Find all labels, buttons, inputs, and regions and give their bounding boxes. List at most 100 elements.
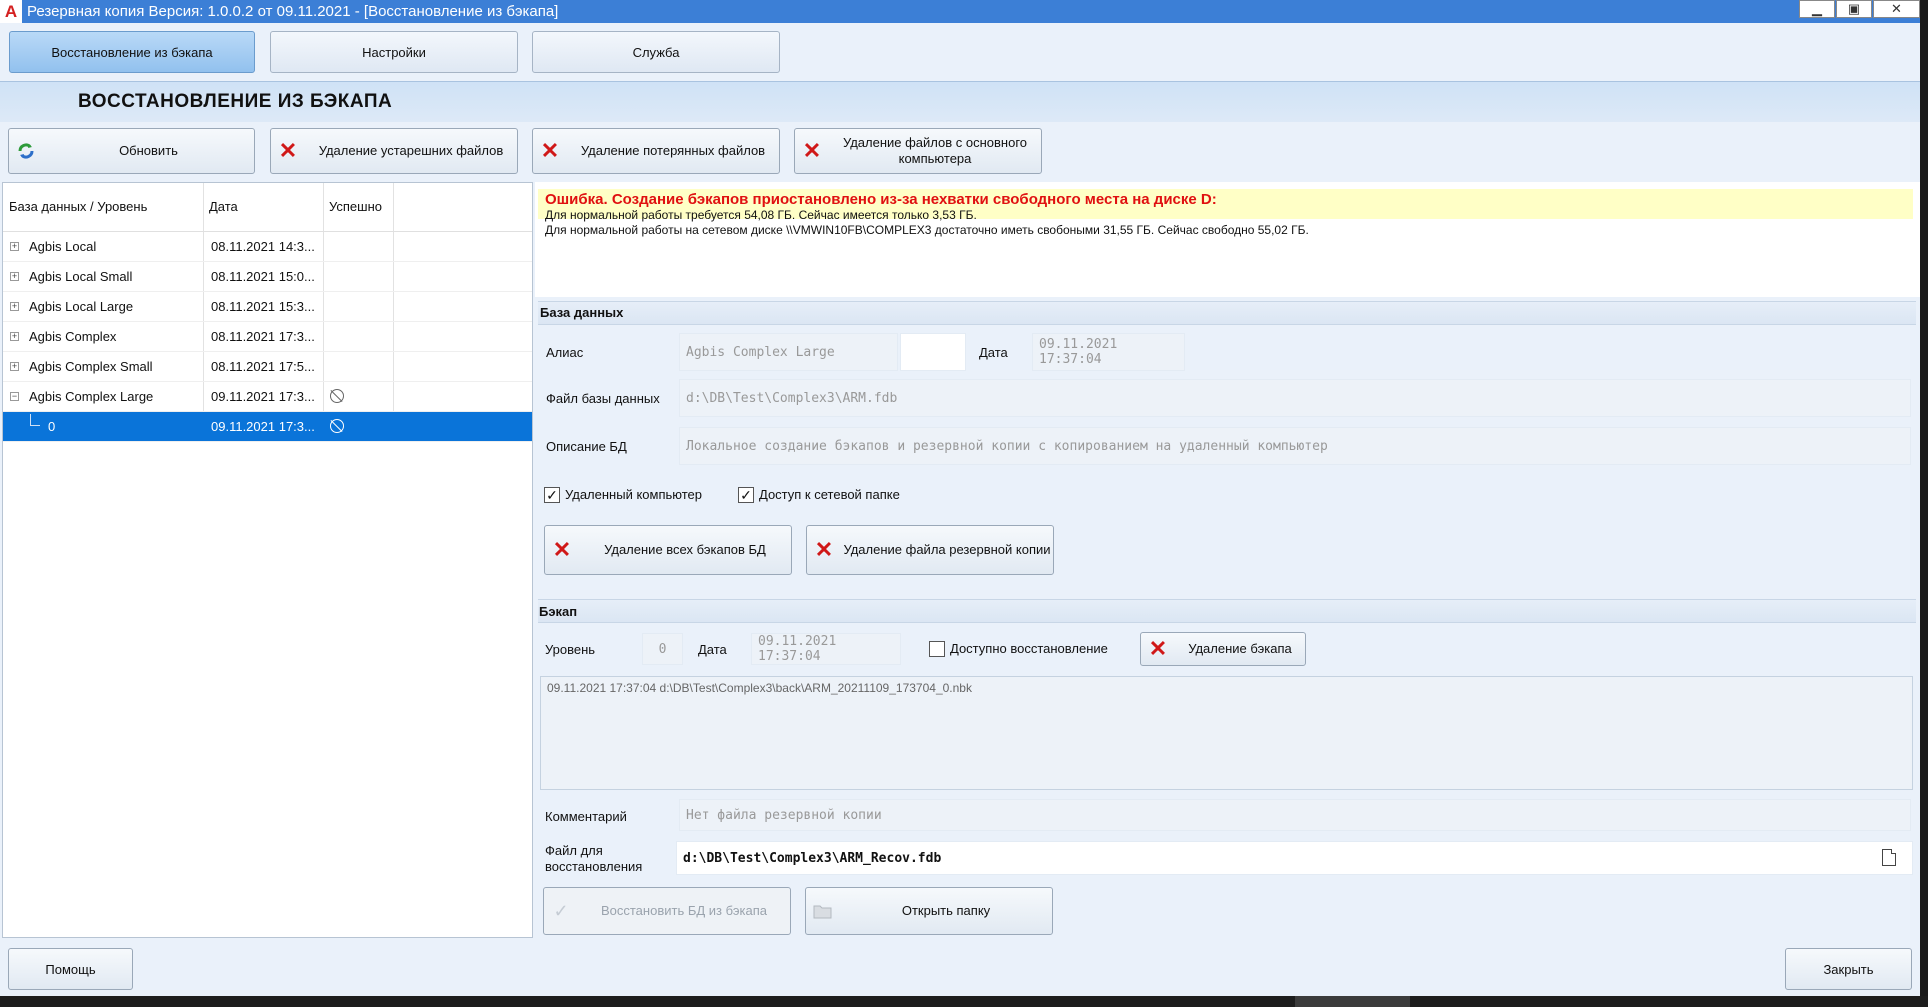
title-bar: A Резервная копия Версия: 1.0.0.2 от 09.… xyxy=(0,0,1920,23)
remote-computer-label: Удаленный компьютер xyxy=(565,487,702,502)
expand-icon[interactable]: + xyxy=(10,302,19,311)
status-blocked-icon xyxy=(330,389,344,403)
restore-file-label-line1: Файл для xyxy=(545,843,603,858)
comment-field[interactable]: Нет файла резервной копии xyxy=(679,799,1911,831)
tree-row-date: 09.11.2021 17:3... xyxy=(211,419,315,434)
folder-icon xyxy=(806,903,840,919)
delete-old-label: Удаление устарешних файлов xyxy=(318,143,504,158)
app-window: A Резервная копия Версия: 1.0.0.2 от 09.… xyxy=(0,0,1920,996)
page-title: ВОССТАНОВЛЕНИЕ ИЗ БЭКАПА xyxy=(78,91,393,112)
delete-icon: ✕ xyxy=(552,537,572,562)
delete-main-line2: компьютера xyxy=(898,151,972,166)
remote-computer-checkbox[interactable]: ✓ xyxy=(544,487,560,503)
network-folder-checkbox[interactable]: ✓ xyxy=(738,487,754,503)
close-button[interactable]: Закрыть xyxy=(1785,948,1912,990)
tree-row-date: 08.11.2021 14:3... xyxy=(211,239,315,254)
delete-main-computer-files-button[interactable]: ✕ Удаление файлов с основного компьютера xyxy=(794,128,1042,174)
db-file-field[interactable]: d:\DB\Test\Complex3\ARM.fdb xyxy=(679,379,1911,417)
column-header-date[interactable]: Дата xyxy=(209,199,238,214)
restore-available-checkbox[interactable] xyxy=(929,641,945,657)
restore-file-field[interactable]: d:\DB\Test\Complex3\ARM_Recov.fdb xyxy=(676,841,1913,875)
alias-label: Алиас xyxy=(546,345,584,360)
backup-date-field[interactable]: 09.11.2021 17:37:04 xyxy=(751,633,901,665)
tree-row-date: 08.11.2021 15:0... xyxy=(211,269,315,284)
refresh-button[interactable]: Обновить xyxy=(8,128,255,174)
db-file-label: Файл базы данных xyxy=(546,391,660,406)
delete-backup-file-button[interactable]: ✕ Удаление файла резервной копии xyxy=(806,525,1054,575)
tree-row-name: Agbis Complex Large xyxy=(29,389,154,404)
checkmark-icon: ✓ xyxy=(740,487,752,503)
network-folder-label: Доступ к сетевой папке xyxy=(759,487,900,502)
error-line-2: Для нормальной работы на сетевом диске \… xyxy=(545,223,1309,237)
checkmark-icon: ✓ xyxy=(553,900,569,921)
delete-icon: ✕ xyxy=(814,537,834,562)
tree-row[interactable]: 0 09.11.2021 17:3... xyxy=(3,412,532,442)
tree-header: База данных / Уровень Дата Успешно xyxy=(3,183,532,232)
status-blocked-icon xyxy=(330,419,344,433)
tab-restore[interactable]: Восстановление из бэкапа xyxy=(9,31,255,73)
delete-lost-files-button[interactable]: ✕ Удаление потерянных файлов xyxy=(532,128,780,174)
tree-row[interactable]: + Agbis Complex Small 08.11.2021 17:5... xyxy=(3,352,532,382)
delete-all-label: Удаление всех бэкапов БД xyxy=(604,542,766,557)
backup-date-label: Дата xyxy=(698,642,727,657)
expand-icon[interactable]: + xyxy=(10,242,19,251)
window-title: Резервная копия Версия: 1.0.0.2 от 09.11… xyxy=(27,3,559,20)
level-field[interactable]: 0 xyxy=(642,633,683,665)
taskbar-strip xyxy=(0,996,1928,1007)
tab-settings[interactable]: Настройки xyxy=(270,31,518,73)
taskbar-segment xyxy=(1295,996,1410,1007)
tree-row[interactable]: + Agbis Local Small 08.11.2021 15:0... xyxy=(3,262,532,292)
refresh-icon xyxy=(9,142,43,160)
tree-row-name: Agbis Complex xyxy=(29,329,117,344)
database-tree-grid[interactable]: База данных / Уровень Дата Успешно + Agbi… xyxy=(2,182,533,938)
expand-icon[interactable]: + xyxy=(10,362,19,371)
db-description-label: Описание БД xyxy=(546,439,627,454)
refresh-label: Обновить xyxy=(119,143,178,158)
delete-icon: ✕ xyxy=(540,138,560,163)
tree-row-name: Agbis Complex Small xyxy=(29,359,153,374)
help-button[interactable]: Помощь xyxy=(8,948,133,990)
db-date-label: Дата xyxy=(979,345,1008,360)
alias-field[interactable]: Agbis Complex Large xyxy=(679,333,898,371)
open-folder-button[interactable]: Открыть папку xyxy=(805,887,1053,935)
error-line-1: Для нормальной работы требуется 54,08 ГБ… xyxy=(545,208,977,222)
browse-file-icon[interactable] xyxy=(1882,849,1896,866)
checkmark-icon: ✓ xyxy=(546,487,558,503)
delete-all-backups-button[interactable]: ✕ Удаление всех бэкапов БД xyxy=(544,525,792,575)
tree-row-date: 09.11.2021 17:3... xyxy=(211,389,315,404)
expand-icon[interactable]: + xyxy=(10,332,19,341)
backup-group-bar xyxy=(538,599,1916,623)
delete-icon: ✕ xyxy=(802,138,822,163)
section-header: ВОССТАНОВЛЕНИЕ ИЗ БЭКАПА xyxy=(0,81,1920,122)
backup-log-textarea[interactable]: 09.11.2021 17:37:04 d:\DB\Test\Complex3\… xyxy=(540,676,1913,790)
close-window-button[interactable]: ✕ xyxy=(1873,0,1920,18)
column-header-database[interactable]: База данных / Уровень xyxy=(9,199,147,214)
tree-row[interactable]: + Agbis Complex 08.11.2021 17:3... xyxy=(3,322,532,352)
tree-row-date: 08.11.2021 17:3... xyxy=(211,329,315,344)
column-header-success[interactable]: Успешно xyxy=(329,199,382,214)
tree-row[interactable]: + Agbis Local Large 08.11.2021 15:3... xyxy=(3,292,532,322)
tree-row[interactable]: − Agbis Complex Large 09.11.2021 17:3... xyxy=(3,382,532,412)
restore-button[interactable]: ▣ xyxy=(1836,0,1872,18)
open-folder-label: Открыть папку xyxy=(901,903,991,918)
collapse-icon[interactable]: − xyxy=(10,392,19,401)
tree-row[interactable]: + Agbis Local 08.11.2021 14:3... xyxy=(3,232,532,262)
delete-main-label: Удаление файлов с основного компьютера xyxy=(829,135,1041,167)
restore-file-label: Файл для восстановления xyxy=(545,843,642,875)
minimize-button[interactable]: ▁ xyxy=(1799,0,1835,18)
delete-old-files-button[interactable]: ✕ Удаление устарешних файлов xyxy=(270,128,518,174)
delete-main-line1: Удаление файлов с основного xyxy=(842,135,1028,150)
db-date-field[interactable]: 09.11.2021 17:37:04 xyxy=(1032,333,1185,371)
db-description-field[interactable]: Локальное создание бэкапов и резервной к… xyxy=(679,427,1911,465)
tree-row-date: 08.11.2021 15:3... xyxy=(211,299,315,314)
window-controls: ▁ ▣ ✕ xyxy=(1798,0,1920,18)
comment-label: Комментарий xyxy=(545,809,627,824)
database-group-bar xyxy=(538,301,1916,325)
expand-icon[interactable]: + xyxy=(10,272,19,281)
restore-db-button[interactable]: ✓ Восстановить БД из бэкапа xyxy=(543,887,791,935)
delete-backup-button[interactable]: ✕ Удаление бэкапа xyxy=(1140,632,1306,666)
delete-icon: ✕ xyxy=(1148,636,1168,661)
tab-service[interactable]: Служба xyxy=(532,31,780,73)
database-group-title: База данных xyxy=(540,305,624,320)
restore-available-label: Доступно восстановление xyxy=(950,641,1108,656)
